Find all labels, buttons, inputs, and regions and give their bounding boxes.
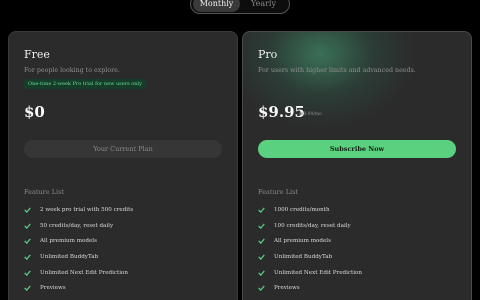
- current-plan-button: Your Current Plan: [24, 140, 222, 158]
- toggle-monthly[interactable]: Monthly: [193, 0, 240, 12]
- feature-item: Unlimited BuddyTab: [24, 249, 133, 265]
- feature-item: 2 week pro trial with 500 credits: [24, 202, 133, 218]
- subscribe-button[interactable]: Subscribe Now: [258, 140, 456, 158]
- toggle-yearly[interactable]: Yearly: [240, 0, 287, 12]
- check-icon: [24, 223, 34, 229]
- feature-label: All premium models: [274, 238, 331, 245]
- check-icon: [258, 238, 268, 245]
- plan-price: $0: [24, 103, 45, 121]
- feature-item: All premium models: [24, 233, 133, 249]
- feature-item: Unlimited BuddyTab: [258, 249, 362, 265]
- feature-label: Unlimited Next Edit Prediction: [274, 269, 363, 276]
- feature-item: Unlimited Next Edit Prediction: [258, 265, 362, 281]
- feature-label: Previews: [274, 285, 300, 292]
- check-icon: [258, 270, 268, 276]
- feature-list: 2 week pro trial with 500 credits 50 cre…: [24, 202, 133, 296]
- feature-list-title: Feature List: [258, 188, 299, 196]
- plan-description: For users with higher limits and advance…: [258, 67, 416, 74]
- feature-label: Unlimited BuddyTab: [274, 253, 333, 260]
- feature-item: Previews: [24, 280, 133, 296]
- check-icon: [258, 223, 268, 229]
- check-icon: [24, 238, 34, 245]
- plan-name: Pro: [258, 48, 278, 61]
- feature-item: 50 credits/day, reset daily: [24, 218, 133, 234]
- pro-plan-card: Pro For users with higher limits and adv…: [242, 31, 472, 300]
- trial-badge: One-time 2-week Pro trial for new users …: [24, 79, 146, 89]
- check-icon: [24, 285, 34, 292]
- feature-label: 2 week pro trial with 500 credits: [40, 206, 134, 213]
- feature-item: All premium models: [258, 233, 362, 249]
- price-note: /$9.99/mo: [299, 112, 322, 117]
- feature-list: 1000 credits/month 100 credits/day, rese…: [258, 202, 362, 296]
- check-icon: [258, 207, 268, 213]
- feature-label: 50 credits/day, reset daily: [40, 222, 114, 229]
- feature-label: Unlimited BuddyTab: [40, 253, 99, 260]
- feature-label: 100 credits/day, reset daily: [274, 222, 351, 229]
- check-icon: [24, 270, 34, 276]
- feature-label: Unlimited Next Edit Prediction: [40, 269, 129, 276]
- feature-item: Previews: [258, 280, 362, 296]
- check-icon: [258, 285, 268, 292]
- plan-description: For people looking to explore.: [24, 67, 120, 74]
- feature-list-title: Feature List: [24, 188, 65, 196]
- feature-label: All premium models: [40, 238, 97, 245]
- check-icon: [24, 207, 34, 213]
- feature-item: 100 credits/day, reset daily: [258, 218, 362, 234]
- feature-item: 1000 credits/month: [258, 202, 362, 218]
- feature-item: Unlimited Next Edit Prediction: [24, 265, 133, 281]
- plan-name: Free: [24, 48, 50, 61]
- check-icon: [24, 254, 34, 260]
- feature-label: Previews: [40, 285, 66, 292]
- plan-price: $9.95: [258, 103, 305, 121]
- check-icon: [258, 254, 268, 260]
- free-plan-card: Free For people looking to explore. One-…: [8, 31, 238, 300]
- feature-label: 1000 credits/month: [274, 206, 330, 213]
- billing-period-toggle[interactable]: Monthly Yearly: [190, 0, 290, 14]
